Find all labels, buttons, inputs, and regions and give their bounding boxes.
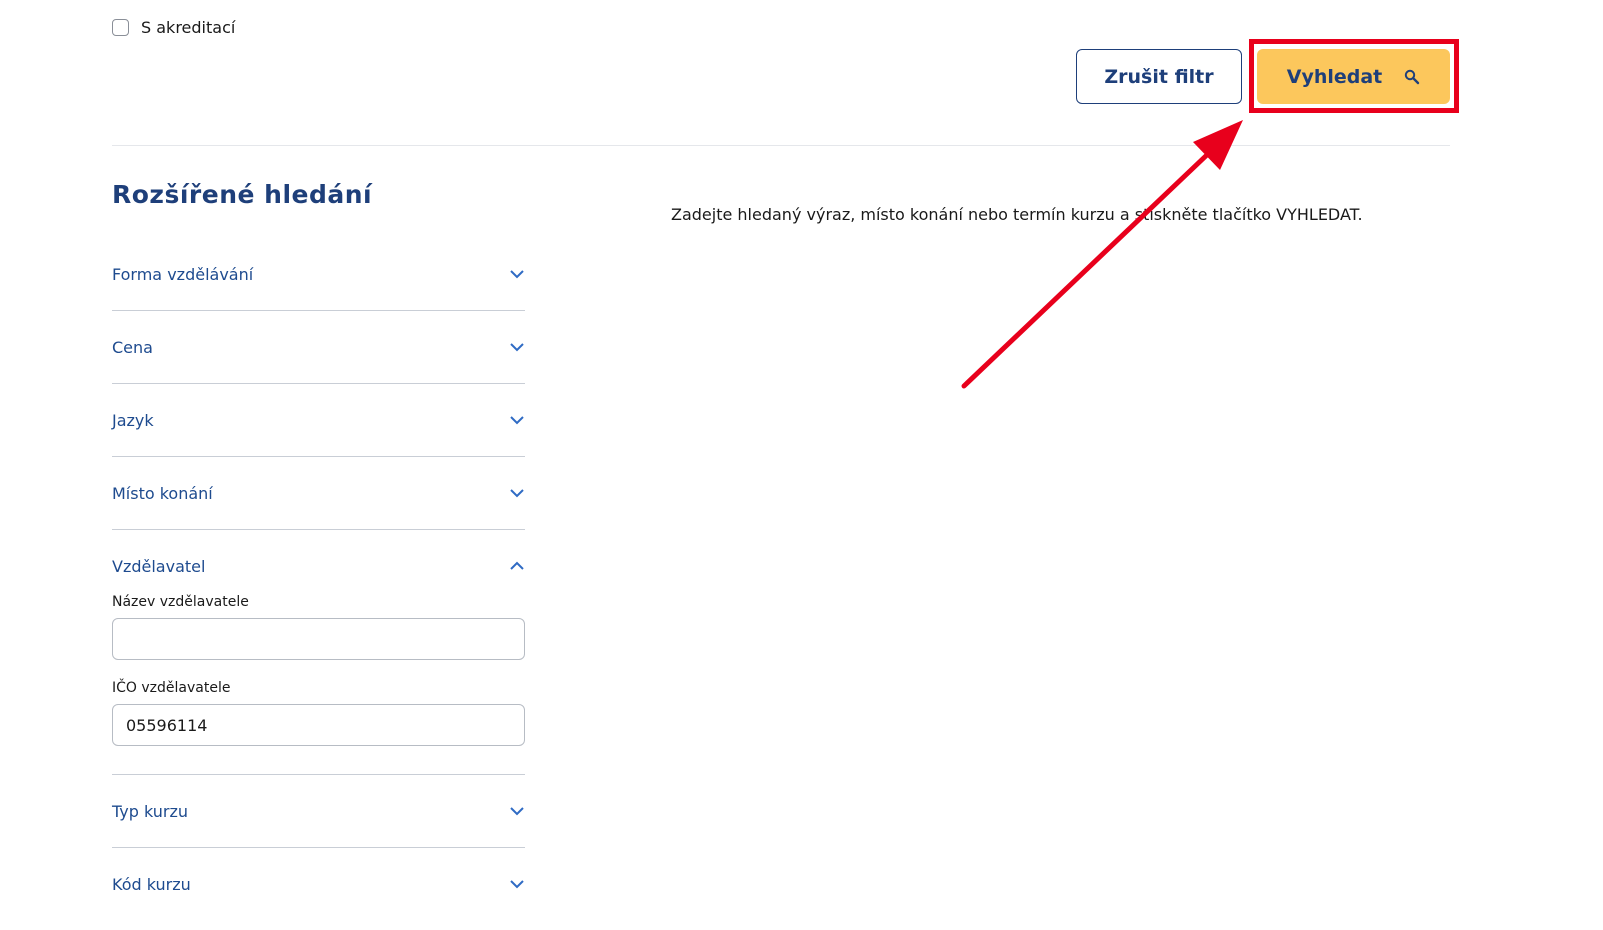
filter-provider: Vzdělavatel Název vzdělavatele IČO vzděl… <box>112 530 525 775</box>
provider-ico-label: IČO vzdělavatele <box>112 680 231 696</box>
filter-label: Forma vzdělávání <box>112 264 254 284</box>
provider-ico-group: IČO vzdělavatele <box>112 680 525 746</box>
filter-price: Cena <box>112 311 525 384</box>
chevron-down-icon <box>510 343 524 352</box>
filter-course-code: Kód kurzu <box>112 848 525 920</box>
filter-header[interactable]: Kód kurzu <box>112 848 525 920</box>
filter-header[interactable]: Vzdělavatel <box>112 530 525 602</box>
clear-filter-button[interactable]: Zrušit filtr <box>1076 49 1242 104</box>
filter-label: Místo konání <box>112 483 213 503</box>
filter-accordion: Forma vzdělávání Cena Jazyk Místo konání <box>112 238 525 920</box>
filter-header[interactable]: Forma vzdělávání <box>112 238 525 310</box>
clear-filter-label: Zrušit filtr <box>1104 65 1214 88</box>
advanced-search-title: Rozšířené hledání <box>112 180 373 209</box>
accreditation-checkbox[interactable] <box>112 19 129 36</box>
provider-ico-input[interactable] <box>112 704 525 746</box>
provider-name-group: Název vzdělavatele <box>112 594 525 680</box>
chevron-up-icon <box>510 561 524 570</box>
filter-language: Jazyk <box>112 384 525 457</box>
divider <box>112 145 1450 146</box>
search-button[interactable]: Vyhledat <box>1257 49 1450 104</box>
filter-header[interactable]: Cena <box>112 311 525 383</box>
accreditation-label[interactable]: S akreditací <box>141 18 235 37</box>
chevron-down-icon <box>510 416 524 425</box>
filter-education-form: Forma vzdělávání <box>112 238 525 311</box>
search-icon <box>1405 69 1420 84</box>
filter-header[interactable]: Jazyk <box>112 384 525 456</box>
filter-label: Kód kurzu <box>112 874 191 894</box>
filter-venue: Místo konání <box>112 457 525 530</box>
filter-label: Jazyk <box>112 410 154 430</box>
provider-name-input[interactable] <box>112 618 525 660</box>
filter-header[interactable]: Místo konání <box>112 457 525 529</box>
provider-name-label: Název vzdělavatele <box>112 594 249 610</box>
provider-filter-body: Název vzdělavatele IČO vzdělavatele <box>112 594 525 774</box>
chevron-down-icon <box>510 489 524 498</box>
chevron-down-icon <box>510 880 524 889</box>
filter-label: Typ kurzu <box>112 801 189 821</box>
chevron-down-icon <box>510 270 524 279</box>
search-button-label: Vyhledat <box>1286 65 1383 88</box>
filter-label: Vzdělavatel <box>112 556 206 576</box>
chevron-down-icon <box>510 807 524 816</box>
page: S akreditací Zrušit filtr Vyhledat Rozší… <box>0 0 1603 930</box>
filter-header[interactable]: Typ kurzu <box>112 775 525 847</box>
filter-course-type: Typ kurzu <box>112 775 525 848</box>
accreditation-filter[interactable]: S akreditací <box>112 18 235 37</box>
search-hint: Zadejte hledaný výraz, místo konání nebo… <box>671 205 1363 224</box>
filter-label: Cena <box>112 337 153 357</box>
